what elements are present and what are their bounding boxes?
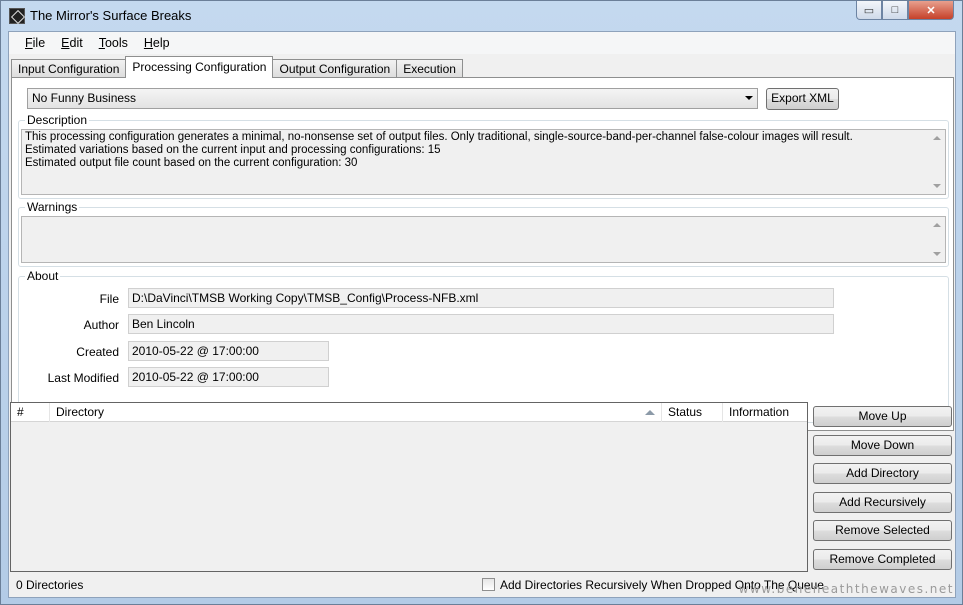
description-text: This processing configuration generates …	[21, 129, 946, 195]
file-label: File	[99, 292, 119, 306]
column-information[interactable]: Information	[723, 403, 807, 422]
menu-file[interactable]: File	[17, 36, 53, 50]
processing-configuration-panel: No Funny Business Export XML Description…	[11, 77, 954, 431]
tab-processing-configuration[interactable]: Processing Configuration	[125, 56, 274, 78]
move-down-button[interactable]: Move Down	[813, 435, 952, 456]
scroll-up-icon[interactable]	[933, 223, 941, 227]
dropdown-arrow-icon	[745, 96, 753, 100]
menu-tools[interactable]: Tools	[91, 36, 136, 50]
menu-edit[interactable]: Edit	[53, 36, 91, 50]
description-group: Description This processing configuratio…	[18, 113, 949, 199]
last-modified-label: Last Modified	[47, 371, 119, 385]
close-button[interactable]: ✕	[908, 1, 954, 20]
scroll-down-icon[interactable]	[933, 252, 941, 256]
menu-help[interactable]: Help	[136, 36, 178, 50]
menu-bar: File Edit Tools Help	[9, 32, 955, 54]
warnings-text	[21, 216, 946, 263]
tab-input-configuration[interactable]: Input Configuration	[11, 59, 127, 78]
tab-strip: Input Configuration Processing Configura…	[11, 56, 463, 78]
file-field[interactable]: D:\DaVinci\TMSB Working Copy\TMSB_Config…	[128, 288, 834, 308]
column-number[interactable]: #	[11, 403, 50, 422]
app-window: The Mirror's Surface Breaks ▭ □ ✕ File E…	[0, 0, 963, 605]
last-modified-field[interactable]: 2010-05-22 @ 17:00:00	[128, 367, 329, 387]
tab-output-configuration[interactable]: Output Configuration	[272, 59, 398, 78]
warnings-group: Warnings	[18, 200, 949, 267]
add-recursively-button[interactable]: Add Recursively	[813, 492, 952, 513]
created-field[interactable]: 2010-05-22 @ 17:00:00	[128, 341, 329, 361]
warnings-label: Warnings	[25, 200, 80, 214]
remove-completed-button[interactable]: Remove Completed	[813, 549, 952, 570]
window-controls: ▭ □ ✕	[856, 1, 954, 21]
author-field[interactable]: Ben Lincoln	[128, 314, 834, 334]
author-label: Author	[83, 318, 119, 332]
recursive-drop-checkbox[interactable]	[482, 578, 495, 591]
queue-header: # Directory Status Information	[11, 403, 807, 422]
window-title: The Mirror's Surface Breaks	[30, 8, 192, 23]
scroll-up-icon[interactable]	[933, 136, 941, 140]
watermark: www.beneneaththewaves.net	[738, 582, 954, 596]
processing-config-select[interactable]: No Funny Business	[27, 88, 758, 109]
directory-queue-list[interactable]: # Directory Status Information	[10, 402, 808, 572]
tab-execution[interactable]: Execution	[396, 59, 463, 78]
description-line: Estimated output file count based on the…	[25, 157, 358, 169]
maximize-icon: □	[891, 4, 899, 16]
description-scrollbar[interactable]	[928, 130, 945, 194]
maximize-button[interactable]: □	[882, 1, 908, 20]
description-line: Estimated variations based on the curren…	[25, 144, 441, 156]
about-label: About	[25, 269, 61, 283]
minimize-icon: ▭	[863, 4, 875, 17]
close-icon: ✕	[926, 4, 936, 17]
export-xml-button[interactable]: Export XML	[766, 88, 839, 110]
column-status[interactable]: Status	[662, 403, 723, 422]
description-line: This processing configuration generates …	[25, 131, 853, 143]
created-label: Created	[76, 345, 119, 359]
description-label: Description	[25, 113, 90, 127]
warnings-scrollbar[interactable]	[928, 217, 945, 262]
scroll-down-icon[interactable]	[933, 184, 941, 188]
about-group: About File D:\DaVinci\TMSB Working Copy\…	[18, 269, 949, 423]
title-bar[interactable]: The Mirror's Surface Breaks ▭ □ ✕	[1, 1, 962, 31]
minimize-button[interactable]: ▭	[856, 1, 882, 20]
directory-count: 0 Directories	[16, 578, 84, 592]
remove-selected-button[interactable]: Remove Selected	[813, 520, 952, 541]
column-directory[interactable]: Directory	[50, 403, 662, 422]
move-up-button[interactable]: Move Up	[813, 406, 952, 427]
client-area: File Edit Tools Help Input Configuration…	[8, 31, 956, 598]
processing-config-value: No Funny Business	[32, 91, 137, 105]
sort-ascending-icon	[645, 410, 655, 415]
app-icon[interactable]	[9, 8, 25, 24]
add-directory-button[interactable]: Add Directory	[813, 463, 952, 484]
